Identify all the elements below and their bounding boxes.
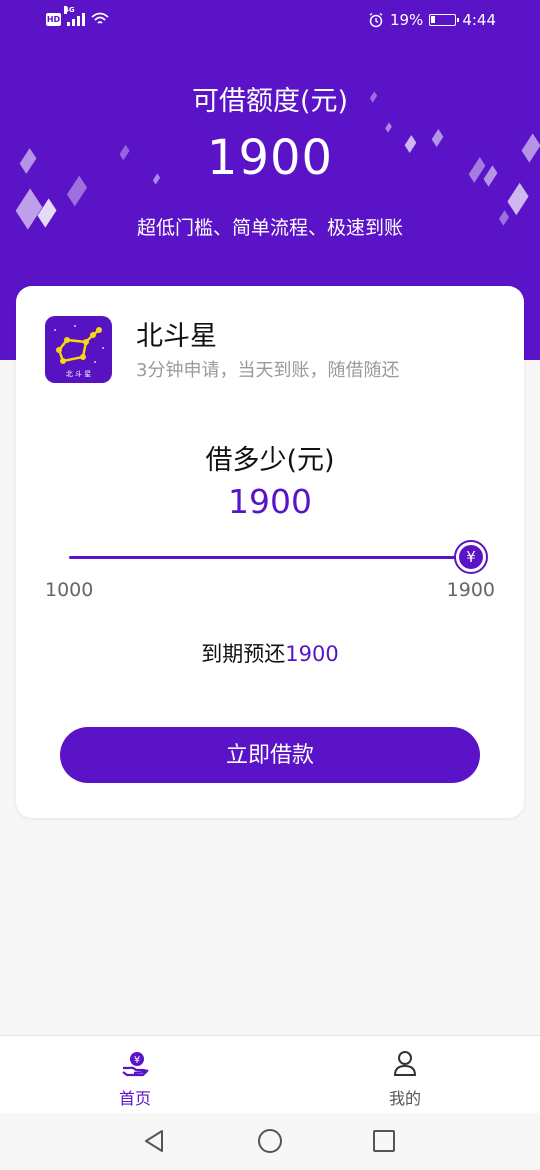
header-slogan: 超低门槛、简单流程、极速到账 <box>136 217 403 239</box>
big-dipper-icon: 北 斗 星 <box>54 325 104 378</box>
cellular-signal-icon: 4G <box>64 6 85 26</box>
alarm-icon <box>369 12 383 28</box>
logo-text: 北 斗 星 <box>66 370 91 378</box>
slider-max-label: 1900 <box>446 579 495 601</box>
credit-limit-amount: 1900 <box>206 130 334 186</box>
app-logo: 北 斗 星 <box>45 316 112 383</box>
svg-text:¥: ¥ <box>134 1055 140 1066</box>
slider-min-label: 1000 <box>45 579 94 601</box>
wifi-icon <box>91 12 109 24</box>
back-icon[interactable] <box>140 1127 168 1155</box>
recents-icon[interactable] <box>370 1127 398 1155</box>
amount-slider-track[interactable] <box>69 556 471 559</box>
hd-badge: HD <box>46 12 61 26</box>
credit-limit-label: 可借额度(元) <box>191 86 349 117</box>
borrow-now-button[interactable]: 立即借款 <box>60 727 480 783</box>
loan-hand-icon: ¥ <box>122 1052 149 1077</box>
yuan-icon: ¥ <box>459 545 483 569</box>
tab-mine[interactable]: 我的 <box>270 1036 540 1114</box>
amount-slider-fill <box>69 556 471 559</box>
decor-diamond <box>507 182 529 216</box>
amount-slider-thumb[interactable]: ¥ <box>454 540 488 574</box>
network-type: 4G <box>64 6 75 14</box>
loan-amount-value: 1900 <box>228 482 312 521</box>
repayment-summary: 到期预还1900 <box>16 638 524 668</box>
tab-home-label: 首页 <box>118 1089 151 1108</box>
battery-percent: 19% <box>389 11 424 29</box>
home-icon[interactable] <box>256 1127 284 1155</box>
loan-card: 北 斗 星 北斗星 3分钟申请，当天到账，随借随还 借多少(元) 1900 ¥ … <box>16 286 524 818</box>
app-name: 北斗星 <box>136 321 217 352</box>
clock: 4:44 <box>462 11 496 29</box>
app-description: 3分钟申请，当天到账，随借随还 <box>136 360 400 381</box>
battery-level <box>431 16 436 23</box>
person-icon <box>393 1051 417 1076</box>
status-bar: HD 4G 19% 4:44 <box>0 0 540 42</box>
system-nav-bar <box>0 1113 540 1170</box>
tab-home[interactable]: ¥ 首页 <box>0 1036 270 1114</box>
screen: HD 4G 19% 4:44 可借额度(元) 1900 超低门槛、简单流程、极速… <box>0 0 540 1170</box>
tab-mine-label: 我的 <box>388 1089 421 1108</box>
bottom-tab-bar: ¥ 首页 我的 <box>0 1035 540 1114</box>
repayment-amount: 1900 <box>285 642 339 666</box>
repayment-label: 到期预还 <box>201 642 286 666</box>
battery-icon <box>429 14 460 26</box>
loan-amount-label: 借多少(元) <box>205 445 335 476</box>
